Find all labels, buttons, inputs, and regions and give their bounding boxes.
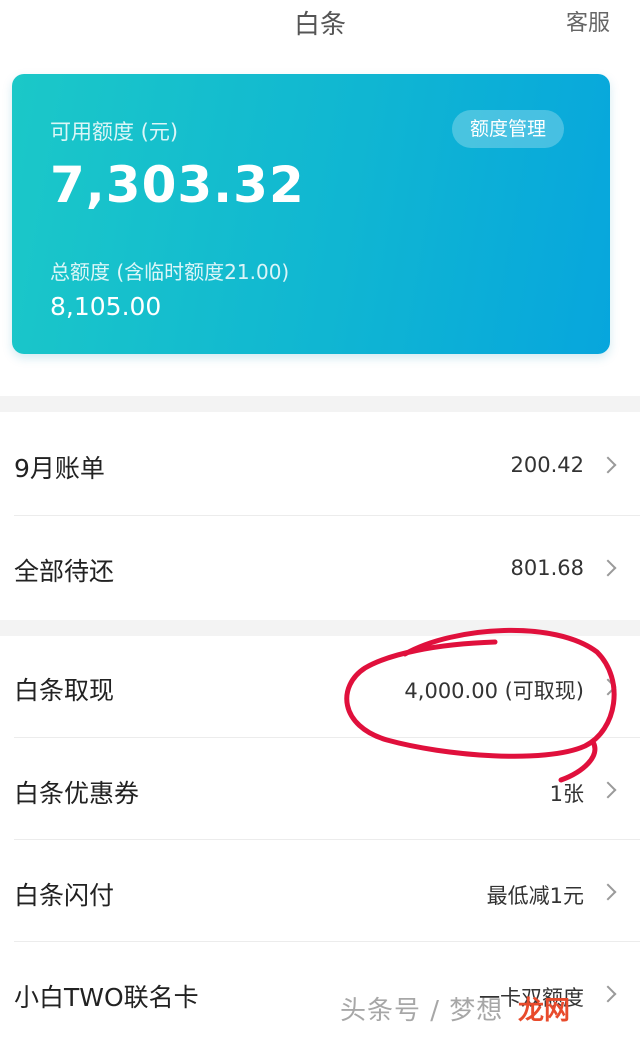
customer-service-link[interactable]: 客服 bbox=[566, 5, 610, 37]
row-label: 9月账单 bbox=[14, 454, 105, 483]
chevron-right-icon bbox=[599, 456, 617, 474]
total-limit-amount: 8,105.00 bbox=[50, 292, 162, 321]
row-value: 200.42 bbox=[510, 453, 584, 477]
section-gap bbox=[0, 620, 640, 636]
list-item-coupons[interactable]: 白条优惠券 1张 bbox=[0, 738, 640, 840]
credit-limit-card: 可用额度 (元) 7,303.32 额度管理 总额度 (含临时额度21.00) … bbox=[12, 74, 610, 354]
watermark-brand: 龙网 bbox=[518, 996, 571, 1026]
available-limit-label: 可用额度 (元) bbox=[50, 120, 179, 144]
total-limit-label: 总额度 (含临时额度21.00) bbox=[50, 260, 290, 284]
top-bar: 白条 客服 bbox=[0, 0, 640, 44]
page-title: 白条 bbox=[293, 10, 346, 40]
row-value: 801.68 bbox=[510, 556, 584, 580]
row-label: 白条优惠券 bbox=[14, 779, 140, 808]
row-label: 全部待还 bbox=[14, 557, 115, 586]
chevron-right-icon bbox=[599, 883, 617, 901]
chevron-right-icon bbox=[599, 678, 617, 696]
list-item-cash-withdrawal[interactable]: 白条取现 4,000.00 (可取现) bbox=[0, 636, 640, 738]
list-item-flash-pay[interactable]: 白条闪付 最低减1元 bbox=[0, 840, 640, 942]
list-item-september-bill[interactable]: 9月账单 200.42 bbox=[0, 412, 640, 516]
chevron-right-icon bbox=[599, 781, 617, 799]
row-value: 最低减1元 bbox=[486, 884, 584, 908]
section-gap bbox=[0, 396, 640, 412]
chevron-right-icon bbox=[599, 985, 617, 1003]
row-value: 4,000.00 (可取现) bbox=[404, 679, 584, 703]
row-label: 小白TWO联名卡 bbox=[14, 983, 199, 1012]
watermark-text: 头条号 / 梦想 bbox=[340, 996, 504, 1026]
row-label: 白条取现 bbox=[14, 676, 115, 705]
available-limit-amount: 7,303.32 bbox=[50, 156, 305, 214]
limit-management-button[interactable]: 额度管理 bbox=[451, 110, 564, 148]
row-value: 1张 bbox=[549, 782, 584, 806]
chevron-right-icon bbox=[599, 559, 617, 577]
list-item-all-pending[interactable]: 全部待还 801.68 bbox=[0, 516, 640, 620]
row-label: 白条闪付 bbox=[14, 881, 115, 910]
